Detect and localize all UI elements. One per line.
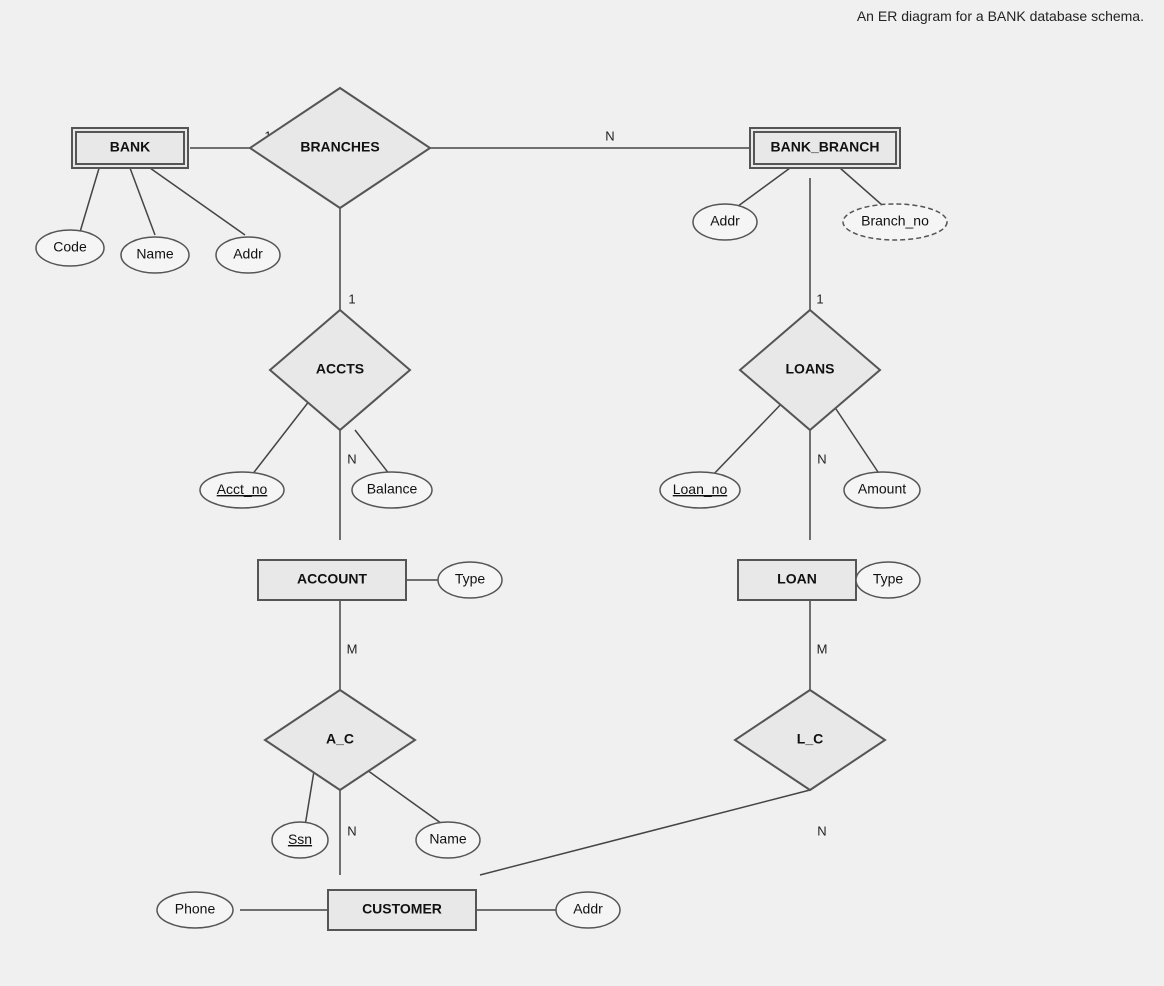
svg-text:ACCOUNT: ACCOUNT [297, 571, 367, 587]
svg-text:Addr: Addr [573, 901, 603, 917]
svg-text:Acct_no: Acct_no [217, 481, 268, 497]
svg-text:Ssn: Ssn [288, 831, 312, 847]
svg-text:Addr: Addr [233, 246, 263, 262]
svg-text:Type: Type [455, 571, 486, 587]
svg-text:N: N [347, 823, 356, 838]
svg-text:Type: Type [873, 571, 904, 587]
svg-text:Name: Name [136, 246, 174, 262]
svg-text:N: N [817, 823, 826, 838]
svg-text:A_C: A_C [326, 731, 354, 747]
svg-text:L_C: L_C [797, 731, 823, 747]
svg-text:Name: Name [429, 831, 467, 847]
svg-text:M: M [817, 641, 828, 656]
svg-text:1: 1 [816, 291, 823, 306]
svg-text:Code: Code [53, 239, 87, 255]
svg-text:CUSTOMER: CUSTOMER [362, 901, 442, 917]
svg-text:BANK: BANK [110, 139, 150, 155]
svg-text:1: 1 [348, 291, 355, 306]
svg-text:N: N [817, 451, 826, 466]
svg-text:ACCTS: ACCTS [316, 361, 364, 377]
svg-text:BANK_BRANCH: BANK_BRANCH [771, 139, 880, 155]
svg-text:Phone: Phone [175, 901, 216, 917]
svg-text:Amount: Amount [858, 481, 906, 497]
svg-text:N: N [605, 128, 614, 143]
svg-text:Balance: Balance [367, 481, 418, 497]
svg-text:BRANCHES: BRANCHES [300, 139, 379, 155]
svg-text:Addr: Addr [710, 213, 740, 229]
svg-text:Branch_no: Branch_no [861, 213, 929, 229]
er-diagram: An ER diagram for a BANK database schema… [0, 0, 1164, 986]
svg-text:N: N [347, 451, 356, 466]
svg-text:Loan_no: Loan_no [673, 481, 728, 497]
svg-text:M: M [347, 641, 358, 656]
svg-text:LOANS: LOANS [786, 361, 835, 377]
svg-text:LOAN: LOAN [777, 571, 817, 587]
